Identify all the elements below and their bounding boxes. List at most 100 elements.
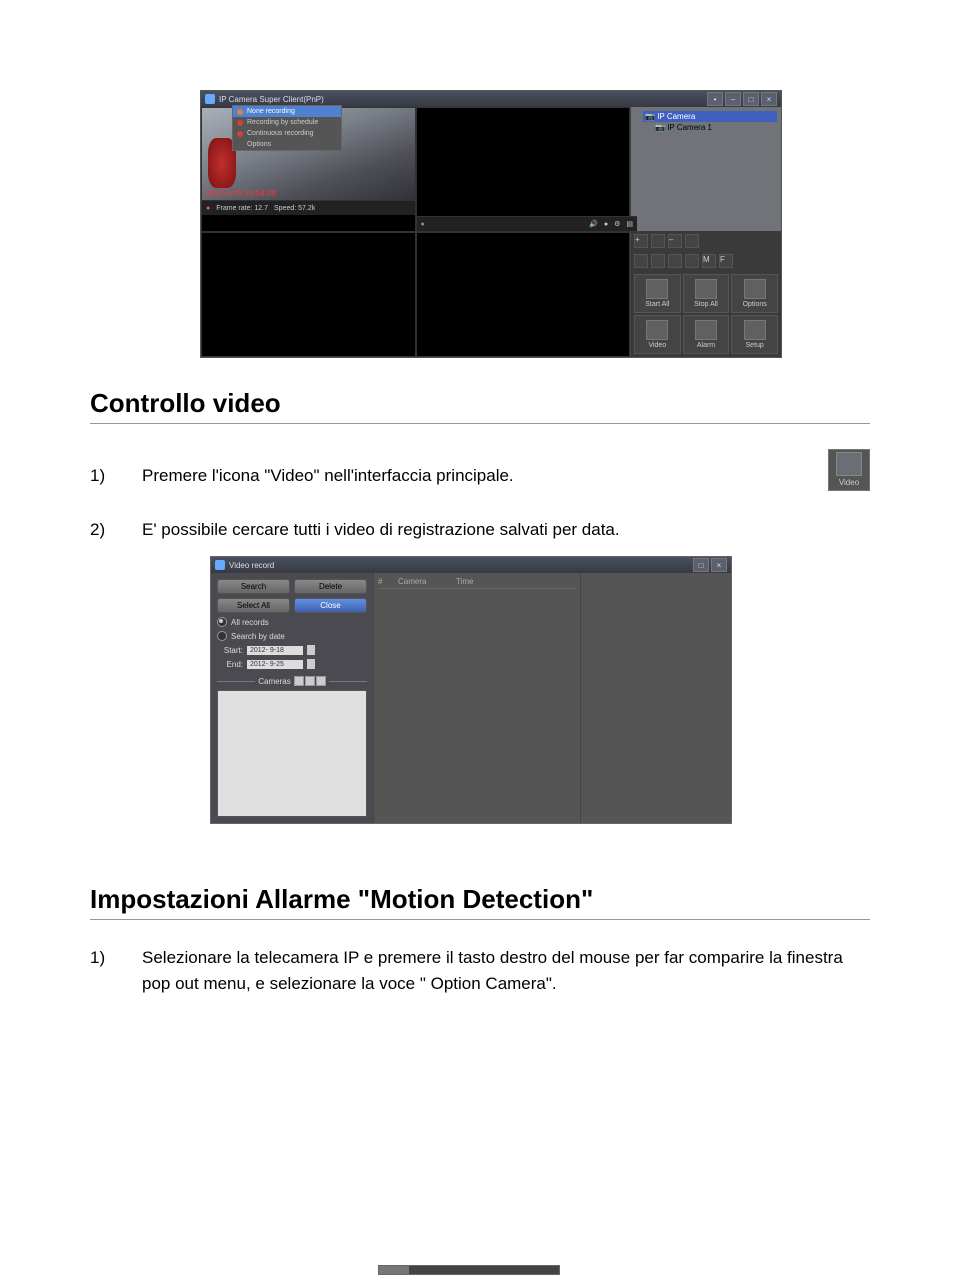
tree-root[interactable]: 📷 IP Camera	[643, 111, 777, 122]
gear-icon[interactable]	[685, 234, 699, 248]
camera-tree[interactable]: 📷 IP Camera 📷 IP Camera 1	[631, 107, 781, 231]
options-button[interactable]: Options	[731, 274, 778, 313]
layout-16-icon[interactable]	[685, 254, 699, 268]
ip-camera-app: IP Camera Super Client(PnP) • – □ × 2012…	[200, 90, 782, 358]
close-icon[interactable]: ×	[761, 92, 777, 106]
menu-label: Continuous recording	[247, 130, 314, 137]
start-all-button[interactable]: Start All	[634, 274, 681, 313]
camera-cell-3[interactable]	[201, 232, 416, 357]
close-button[interactable]: Close	[294, 598, 367, 613]
speed-label: Speed: 57.2k	[274, 205, 315, 212]
maximize-icon[interactable]: □	[693, 558, 709, 572]
layout-4-icon[interactable]	[651, 254, 665, 268]
col-num: #	[378, 577, 390, 586]
step-1: 1)Premere l'icona "Video" nell'interfacc…	[116, 463, 818, 489]
alarm-icon	[695, 320, 717, 340]
menu-none-recording[interactable]: None recording	[233, 106, 341, 117]
feed-statusbar-2: ● 🔊 ● ⚙ ▤	[417, 216, 638, 231]
maximize-icon[interactable]: □	[743, 92, 759, 106]
layout-m-icon[interactable]: M	[702, 254, 716, 268]
menu-label: Options	[247, 141, 271, 148]
plus-icon[interactable]: +	[634, 234, 648, 248]
video-button[interactable]: Video	[634, 315, 681, 354]
video-icon-inline: Video	[828, 449, 870, 491]
radio-search-by-date[interactable]: Search by date	[217, 631, 367, 641]
menu-continuous-recording[interactable]: Continuous recording	[233, 128, 341, 139]
start-date-input[interactable]: 2012- 9-18	[247, 646, 303, 655]
window-title: IP Camera Super Client(PnP)	[219, 95, 324, 104]
bell-icon[interactable]: ●	[604, 221, 608, 228]
window-title: Video record	[229, 561, 274, 570]
cam-refresh-icon[interactable]	[316, 676, 326, 686]
bullet-icon	[237, 120, 243, 126]
step-2: 2)E' possibile cercare tutti i video di …	[116, 517, 870, 543]
end-date-input[interactable]: 2012- 9-25	[247, 660, 303, 669]
radio-icon	[217, 631, 227, 641]
col-camera: Camera	[398, 577, 448, 586]
start-date-row: Start: 2012- 9-18	[217, 645, 367, 655]
tree-item[interactable]: 📷 IP Camera 1	[653, 122, 777, 133]
cameras-divider: Cameras	[217, 676, 367, 686]
menu-options[interactable]: Options	[233, 139, 341, 150]
section-controllo-video: Controllo video	[90, 388, 870, 424]
radio-icon	[217, 617, 227, 627]
speaker-icon[interactable]: 🔊	[589, 220, 598, 228]
edit-icon[interactable]	[651, 234, 665, 248]
gear-icon[interactable]: ⚙	[614, 220, 620, 228]
col-time: Time	[456, 577, 506, 586]
cam-check-icon[interactable]	[294, 676, 304, 686]
setup-icon	[744, 320, 766, 340]
setup-button[interactable]: Setup	[731, 315, 778, 354]
video-icon	[646, 320, 668, 340]
camera-grid: 2012-9-25 10:54:09 ● Frame rate: 12.7 Sp…	[201, 107, 631, 357]
minus-icon[interactable]: –	[668, 234, 682, 248]
layout-toolbar: M F	[631, 251, 781, 271]
frame-rate-label: Frame rate: 12.7	[216, 205, 268, 212]
camera-cell-4[interactable]	[416, 232, 631, 357]
section-motion-detection: Impostazioni Allarme "Motion Detection"	[90, 884, 870, 920]
close-icon[interactable]: ×	[711, 558, 727, 572]
menu-label: Recording by schedule	[247, 119, 318, 126]
app-icon	[215, 560, 225, 570]
record-icon: ●	[421, 221, 425, 228]
radio-all-records[interactable]: All records	[217, 617, 367, 627]
feed-statusbar: ● Frame rate: 12.7 Speed: 57.2k	[202, 200, 415, 215]
options-icon	[744, 279, 766, 299]
bullet-icon	[237, 109, 243, 115]
titlebar: Video record □ ×	[211, 557, 731, 573]
window-buttons: • – □ ×	[707, 92, 777, 106]
feed-timestamp: 2012-9-25 10:54:09	[206, 189, 276, 198]
list-icon[interactable]: ▤	[626, 220, 633, 228]
start-icon	[646, 279, 668, 299]
cameras-list[interactable]	[217, 690, 367, 817]
menu-recording-schedule[interactable]: Recording by schedule	[233, 117, 341, 128]
bullet-icon	[237, 131, 243, 137]
control-icon[interactable]: •	[707, 92, 723, 106]
action-grid: Start All Stop All Options Video Alarm S…	[631, 271, 781, 357]
layout-f-icon[interactable]: F	[719, 254, 733, 268]
delete-button[interactable]: Delete	[294, 579, 367, 594]
select-all-button[interactable]: Select All	[217, 598, 290, 613]
camera-cell-2[interactable]: ● 🔊 ● ⚙ ▤	[416, 107, 631, 232]
minimize-icon[interactable]: –	[725, 92, 741, 106]
cam-x-icon[interactable]	[305, 676, 315, 686]
calendar-icon[interactable]	[307, 645, 315, 655]
tree-toolbar: + –	[631, 231, 781, 251]
layout-1-icon[interactable]	[634, 254, 648, 268]
search-button[interactable]: Search	[217, 579, 290, 594]
video-icon-glyph	[836, 452, 862, 476]
calendar-icon[interactable]	[307, 659, 315, 669]
app-icon	[205, 94, 215, 104]
sidebar: 📷 IP Camera 📷 IP Camera 1 + – M F	[631, 107, 781, 357]
end-date-row: End: 2012- 9-25	[217, 659, 367, 669]
record-icon: ●	[206, 205, 210, 212]
context-menu: None recording Recording by schedule Con…	[232, 105, 342, 151]
stop-all-button[interactable]: Stop All	[683, 274, 730, 313]
preview-panel	[581, 573, 731, 823]
video-record-app: Video record □ × Search Delete Select Al…	[210, 556, 732, 824]
layout-9-icon[interactable]	[668, 254, 682, 268]
alarm-button[interactable]: Alarm	[683, 315, 730, 354]
results-table: # Camera Time	[373, 573, 581, 823]
search-panel: Search Delete Select All Close All recor…	[211, 573, 373, 823]
scrollbar[interactable]	[378, 1265, 560, 1275]
